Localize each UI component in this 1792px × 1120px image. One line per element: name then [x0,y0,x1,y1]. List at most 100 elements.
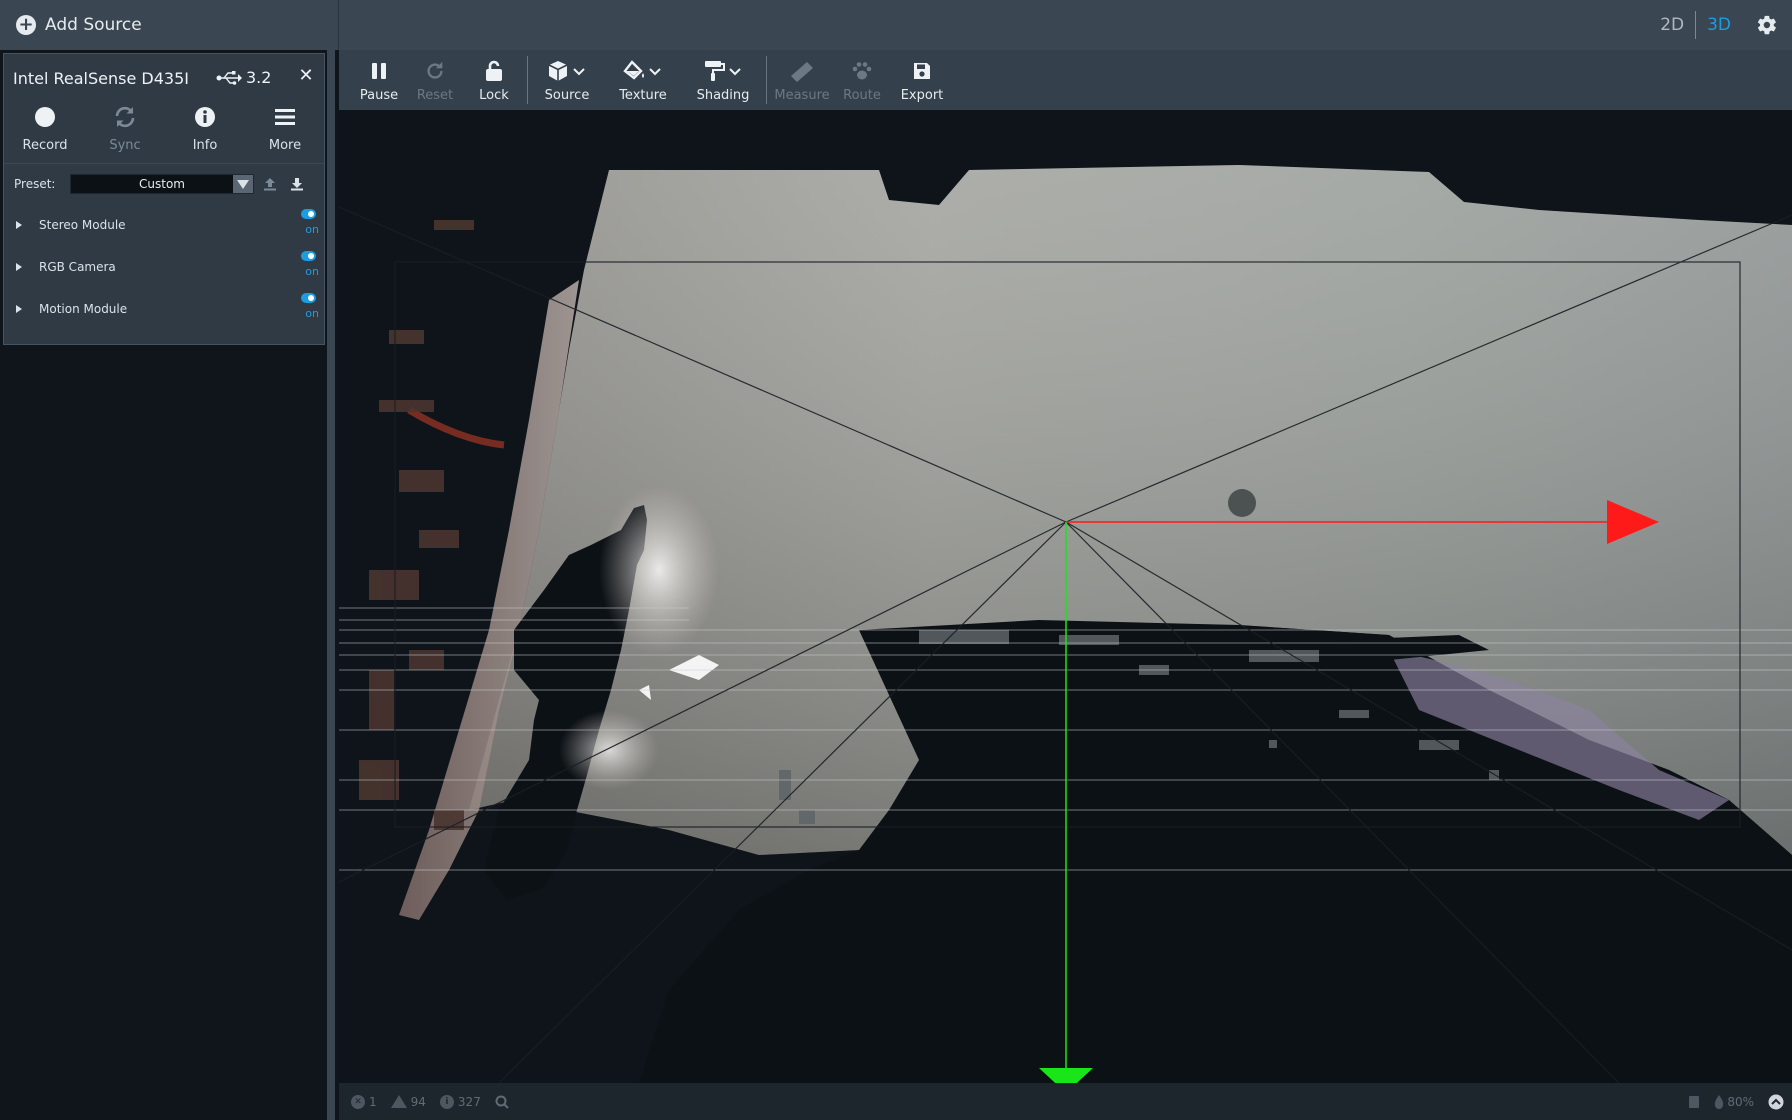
record-label: Record [22,138,68,153]
texture-label: Texture [619,87,667,103]
view-2d-button[interactable]: 2D [1649,15,1695,35]
reset-label: Reset [416,87,454,103]
opacity-indicator[interactable]: 80% [1714,1094,1754,1109]
sync-label: Sync [109,138,141,153]
collapse-log-button[interactable] [1768,1094,1784,1110]
point-cloud-render [339,165,1792,1083]
lock-button[interactable]: Lock [465,50,523,110]
usb-icon [216,70,242,85]
module-toggle[interactable] [301,293,316,303]
reset-button[interactable]: Reset [405,50,465,110]
status-bar: ✕ 1 94 i 327 80% [339,1083,1792,1120]
dropdown-arrow-icon [233,175,253,193]
source-button[interactable]: Source [532,50,602,110]
device-panel: Intel RealSense D435I 3.2 ✕ Record Sync [3,53,325,345]
add-source-button[interactable]: + Add Source [0,0,339,50]
info-counter[interactable]: i 327 [439,1094,481,1109]
add-circle-icon: + [16,15,36,35]
point-cloud-viewport[interactable] [339,110,1792,1083]
unlock-icon [486,60,502,81]
module-state: on [305,265,319,278]
measure-label: Measure [774,87,830,103]
save-icon [914,62,930,79]
view-mode-toggle: 2D 3D [1649,0,1792,50]
shading-button[interactable]: Shading [684,50,762,110]
export-button[interactable]: Export [891,50,953,110]
paint-roller-icon [705,60,741,81]
pause-label: Pause [359,87,399,103]
memory-indicator [1688,1095,1700,1109]
module-toggle[interactable] [301,251,316,261]
shading-label: Shading [696,87,750,103]
zoom-value: 80% [1727,1094,1754,1109]
expand-arrow-icon[interactable] [16,263,22,271]
download-preset-icon[interactable] [290,176,304,195]
sources-panel: Intel RealSense D435I 3.2 ✕ Record Sync [0,50,339,1120]
info-small-icon: i [439,1094,454,1109]
module-state: on [305,223,319,236]
more-label: More [268,138,302,153]
route-label: Route [843,87,881,103]
errors-counter[interactable]: ✕ 1 [351,1094,377,1109]
module-stereo[interactable]: Stereo Module on [4,204,324,246]
usb-version: 3.2 [246,68,272,87]
search-log-button[interactable] [495,1095,509,1109]
device-actions: Record Sync Info More [4,102,324,164]
module-name: Stereo Module [39,218,126,232]
lock-label: Lock [479,87,509,103]
toolbar-separator [527,56,528,104]
cube-icon [548,60,585,81]
module-toggle[interactable] [301,209,316,219]
sync-icon [115,106,135,128]
viewport-toolbar: Pause Reset Lock Source Texture Shading … [339,50,1792,110]
expand-arrow-icon[interactable] [16,305,22,313]
device-header: Intel RealSense D435I 3.2 ✕ [4,54,324,102]
realsense-viewer-window: + Add Source 2D 3D Intel RealSense D435I… [0,0,1792,1120]
info-count: 327 [457,1094,481,1109]
search-icon [495,1095,509,1109]
pause-icon [372,62,386,79]
menu-icon [275,109,295,125]
module-name: RGB Camera [39,260,116,274]
pause-button[interactable]: Pause [353,50,405,110]
source-label: Source [544,87,590,103]
more-button[interactable]: More [250,102,320,163]
ruler-icon [791,61,813,82]
droplet-icon [1715,1094,1724,1109]
chip-icon [1689,1095,1700,1108]
add-source-label: Add Source [45,15,142,35]
record-icon [35,107,55,127]
view-3d-button[interactable]: 3D [1696,15,1742,35]
upload-preset-icon[interactable] [263,176,277,195]
warnings-counter[interactable]: 94 [390,1095,426,1109]
error-icon: ✕ [351,1094,365,1109]
panel-splitter[interactable] [327,50,335,1120]
warning-icon [390,1095,407,1108]
preset-row: Preset: Custom [4,164,324,204]
measure-button[interactable]: Measure [771,50,833,110]
module-rgb-camera[interactable]: RGB Camera on [4,246,324,288]
status-right: 80% [1688,1083,1784,1120]
close-device-icon[interactable]: ✕ [296,65,316,86]
errors-count: 1 [369,1094,377,1109]
redo-icon [427,61,443,79]
expand-arrow-icon[interactable] [16,221,22,229]
device-name: Intel RealSense D435I [13,68,189,88]
settings-gear-icon[interactable] [1742,0,1792,50]
module-state: on [305,307,319,320]
chevron-up-icon [1768,1094,1784,1109]
toolbar-separator [766,56,767,104]
info-button[interactable]: Info [170,102,240,163]
top-bar: + Add Source 2D 3D [0,0,1792,50]
export-label: Export [900,87,944,103]
usb-info: 3.2 [216,68,271,87]
info-icon [195,107,215,127]
record-button[interactable]: Record [10,102,80,163]
route-button[interactable]: Route [833,50,891,110]
preset-value: Custom [139,177,185,191]
texture-button[interactable]: Texture [602,50,684,110]
module-motion[interactable]: Motion Module on [4,288,324,330]
module-name: Motion Module [39,302,128,316]
sync-button[interactable]: Sync [90,102,160,163]
preset-dropdown[interactable]: Custom [70,174,254,194]
